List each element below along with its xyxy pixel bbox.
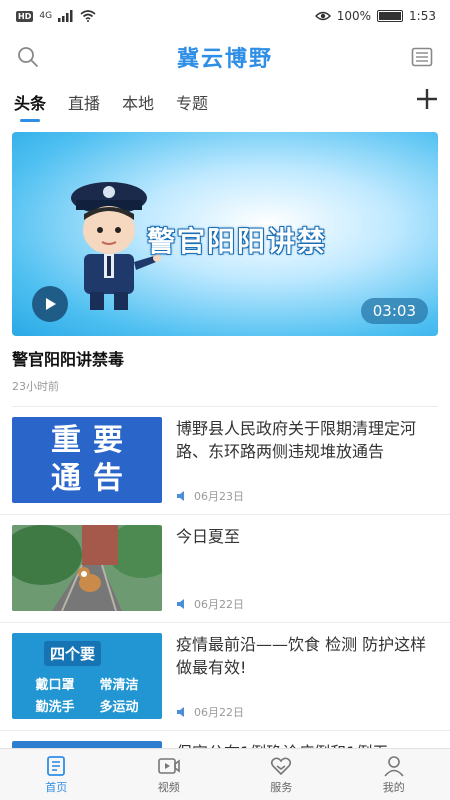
tab-local[interactable]: 本地 (122, 90, 154, 122)
search-icon (18, 47, 38, 67)
app-bar: 冀云博野 (0, 32, 450, 82)
list-item-date: 06月22日 (194, 706, 244, 719)
nav-home[interactable]: 首页 (0, 749, 113, 800)
list-item-meta: 06月22日 (176, 596, 438, 612)
notice-thumbnail-line: 重要 (51, 423, 135, 458)
play-icon (46, 298, 56, 310)
list-item-body: 疫情最前沿——饮食 检测 防护这样做最有效! 06月22日 (176, 633, 438, 720)
signal-icon (58, 10, 73, 22)
list-item-meta: 06月23日 (176, 488, 438, 504)
list-item-title: 博野县人民政府关于限期清理定河路、东环路两侧违规堆放通告 (176, 419, 417, 461)
audio-icon (177, 599, 184, 609)
video-icon (157, 757, 180, 774)
nav-service-label: 服务 (270, 780, 293, 794)
status-bar: HD 4G 100% 1:53 (0, 0, 450, 32)
wifi-icon (80, 10, 96, 22)
covid-tip: 戴口罩 (35, 678, 75, 693)
dog-photo-image (12, 525, 162, 611)
featured-time: 23小时前 (12, 380, 59, 393)
play-button[interactable] (32, 286, 68, 322)
notice-thumbnail-line: 通告 (51, 461, 135, 496)
nav-video[interactable]: 视频 (113, 749, 226, 800)
service-heart-icon (271, 757, 292, 775)
news-home-icon (47, 755, 66, 776)
featured-video-thumbnail[interactable]: 警官阳阳讲禁 03:03 (12, 132, 438, 336)
newspaper-icon (411, 47, 433, 67)
tab-headlines[interactable]: 头条 (14, 90, 46, 122)
hd-badge: HD (16, 10, 34, 22)
audio-icon (177, 707, 184, 717)
tab-topics[interactable]: 专题 (176, 90, 208, 122)
video-duration: 03:03 (360, 298, 428, 324)
covid-thumbnail-heading: 四个要 (44, 641, 102, 666)
notice-thumbnail: 重要 通告 (12, 417, 162, 503)
news-list: 重要 通告 博野县人民政府关于限期清理定河路、东环路两侧违规堆放通告 06月23… (0, 407, 450, 785)
list-item-title: 疫情最前沿——饮食 检测 防护这样做最有效! (176, 635, 427, 677)
battery-percent: 100% (336, 9, 372, 23)
list-item-body: 今日夏至 06月22日 (176, 525, 438, 612)
bottom-navigation: 首页 视频 服务 我的 (0, 748, 450, 800)
covid-tip: 常清洁 (99, 678, 139, 693)
status-left: HD 4G (16, 10, 96, 22)
nav-service[interactable]: 服务 (225, 749, 338, 800)
status-time: 1:53 (409, 9, 436, 23)
list-item-date: 06月22日 (194, 598, 244, 611)
covid-thumbnail-grid: 戴口罩 常清洁 勤洗手 多运动 (26, 674, 148, 715)
list-item-date: 06月23日 (194, 490, 244, 503)
nav-video-label: 视频 (157, 780, 180, 794)
list-item-body: 博野县人民政府关于限期清理定河路、东环路两侧违规堆放通告 06月23日 (176, 417, 438, 504)
list-item[interactable]: 四个要 戴口罩 常清洁 勤洗手 多运动 疫情最前沿——饮食 检测 防护这样做最有… (0, 623, 450, 731)
eye-icon (314, 11, 331, 21)
nav-home-label: 首页 (45, 780, 68, 794)
audio-icon (177, 491, 184, 501)
status-right: 100% 1:53 (314, 9, 436, 23)
list-item[interactable]: 重要 通告 博野县人民政府关于限期清理定河路、东环路两侧违规堆放通告 06月23… (0, 407, 450, 515)
covid-tips-thumbnail: 四个要 戴口罩 常清洁 勤洗手 多运动 (12, 633, 162, 719)
covid-tip: 多运动 (99, 700, 139, 715)
list-item[interactable]: 今日夏至 06月22日 (0, 515, 450, 623)
nav-profile-label: 我的 (382, 780, 405, 794)
featured-article[interactable]: 警官阳阳讲禁 03:03 警官阳阳讲禁毒 23小时前 (0, 122, 450, 394)
dog-on-rails-thumbnail (12, 525, 162, 611)
nav-profile[interactable]: 我的 (338, 749, 450, 800)
user-icon (384, 755, 404, 777)
featured-title[interactable]: 警官阳阳讲禁毒 (12, 346, 438, 370)
list-item-meta: 06月22日 (176, 704, 438, 720)
battery-level-fill (379, 12, 402, 20)
network-label: 4G (39, 11, 53, 21)
add-channel-icon[interactable] (414, 86, 440, 112)
list-item-title: 今日夏至 (176, 527, 241, 546)
app-title: 冀云博野 (176, 47, 273, 72)
channel-tabs: 头条 直播 本地 专题 (0, 82, 450, 122)
tab-live[interactable]: 直播 (68, 90, 100, 122)
newspaper-button[interactable] (408, 43, 436, 71)
battery-icon (377, 10, 404, 22)
featured-overlay-caption: 警官阳阳讲禁 (147, 225, 328, 258)
search-button[interactable] (14, 43, 42, 71)
covid-tip: 勤洗手 (35, 700, 75, 715)
